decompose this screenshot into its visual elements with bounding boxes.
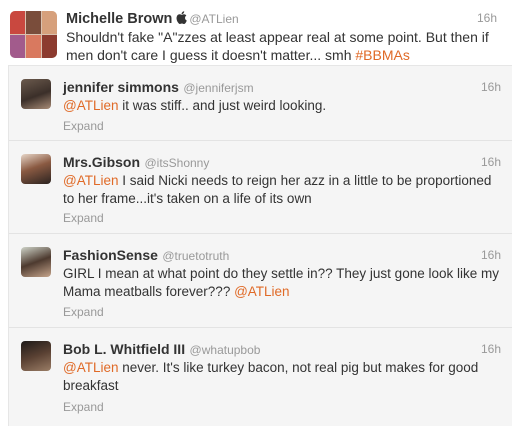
mention-link[interactable]: @ATLien	[63, 98, 118, 113]
mention-link[interactable]: @ATLien	[234, 284, 289, 299]
avatar[interactable]	[21, 79, 51, 109]
tweet-header: FashionSense @truetotruth	[63, 247, 229, 265]
expand-link[interactable]: Expand	[63, 119, 104, 133]
reply-tweet[interactable]: Mrs.Gibson @itsShonny 16h @ATLien I said…	[9, 141, 512, 234]
replies-list: jennifer simmons @jenniferjsm 16h @ATLie…	[8, 65, 512, 426]
timestamp[interactable]: 16h	[477, 11, 497, 25]
tweet-text: @ATLien I said Nicki needs to reign her …	[63, 172, 503, 208]
user-handle[interactable]: @truetotruth	[162, 249, 229, 263]
avatar[interactable]	[21, 247, 51, 277]
timestamp[interactable]: 16h	[481, 248, 501, 262]
user-handle[interactable]: @ATLien	[189, 12, 238, 26]
expand-link[interactable]: Expand	[63, 400, 104, 414]
tweet-header: Mrs.Gibson @itsShonny	[63, 154, 209, 172]
reply-tweet[interactable]: FashionSense @truetotruth 16h GIRL I mea…	[9, 234, 512, 328]
tweet-text-body: never. It's like turkey bacon, not real …	[63, 360, 479, 393]
tweet-header: Bob L. Whitfield III @whatupbob	[63, 341, 260, 359]
timestamp[interactable]: 16h	[481, 342, 501, 356]
user-handle[interactable]: @jenniferjsm	[183, 81, 253, 95]
timestamp[interactable]: 16h	[481, 80, 501, 94]
user-name[interactable]: jennifer simmons	[63, 79, 179, 95]
hashtag-link[interactable]: #BBMAs	[355, 47, 409, 63]
expand-link[interactable]: Expand	[63, 305, 104, 319]
main-tweet[interactable]: Michelle Brown @ATLien 16h Shouldn't fake…	[0, 0, 512, 66]
tweet-text: @ATLien never. It's like turkey bacon, n…	[63, 359, 503, 395]
user-handle[interactable]: @whatupbob	[190, 343, 261, 357]
tweet-text: GIRL I mean at what point do they settle…	[63, 265, 503, 301]
avatar[interactable]	[10, 11, 57, 58]
tweet-text: @ATLien it was stiff.. and just weird lo…	[63, 97, 503, 115]
mention-link[interactable]: @ATLien	[63, 360, 118, 375]
user-name[interactable]: Bob L. Whitfield III	[63, 341, 185, 357]
tweet-text-body: Shouldn't fake "A"zzes at least appear r…	[66, 29, 489, 63]
avatar[interactable]	[21, 154, 51, 184]
mention-link[interactable]: @ATLien	[63, 173, 118, 188]
user-handle[interactable]: @itsShonny	[144, 156, 209, 170]
user-name[interactable]: FashionSense	[63, 247, 158, 263]
reply-tweet[interactable]: jennifer simmons @jenniferjsm 16h @ATLie…	[9, 66, 512, 141]
user-name[interactable]: Mrs.Gibson	[63, 154, 140, 170]
user-name[interactable]: Michelle Brown	[66, 11, 172, 27]
timestamp[interactable]: 16h	[481, 155, 501, 169]
avatar[interactable]	[21, 341, 51, 371]
tweet-text-body: I said Nicki needs to reign her azz in a…	[63, 173, 492, 206]
tweet-text-body: it was stiff.. and just weird looking.	[118, 98, 327, 113]
expand-link[interactable]: Expand	[63, 211, 104, 225]
tweet-header: Michelle Brown @ATLien	[66, 10, 239, 28]
reply-tweet[interactable]: Bob L. Whitfield III @whatupbob 16h @ATL…	[9, 328, 512, 426]
tweet-header: jennifer simmons @jenniferjsm	[63, 79, 254, 97]
tweet-text: Shouldn't fake "A"zzes at least appear r…	[66, 28, 506, 64]
apple-icon	[176, 11, 188, 24]
